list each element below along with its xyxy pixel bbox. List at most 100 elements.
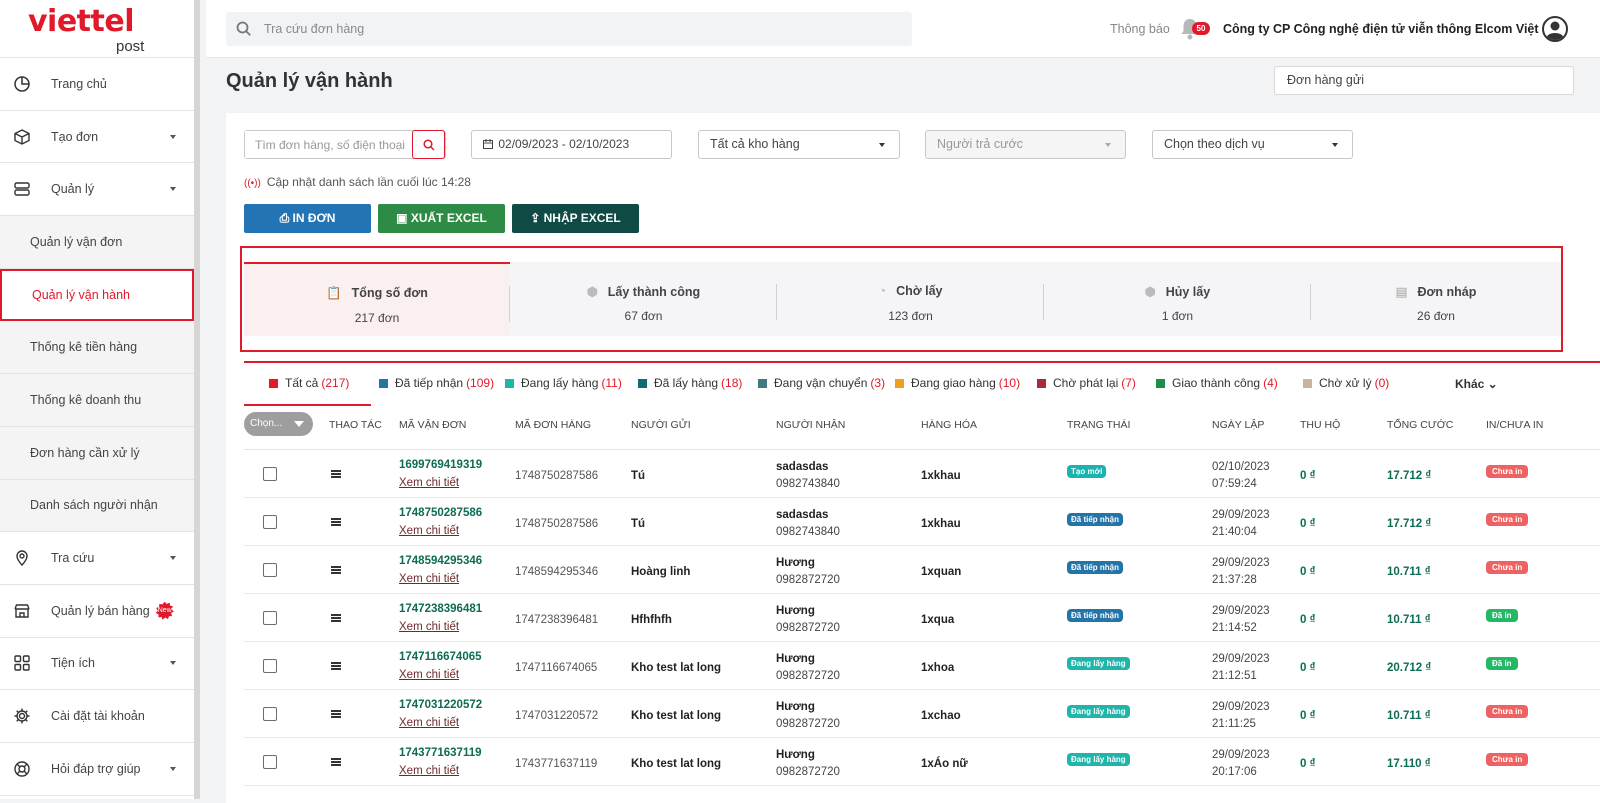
row-actions-menu-icon[interactable] xyxy=(331,662,341,670)
tab-picked-up[interactable]: Đã lấy hàng (18) xyxy=(638,376,742,390)
view-detail-link[interactable]: Xem chi tiết xyxy=(399,669,459,681)
sidebar-item-waybill[interactable]: Quản lý vận đơn xyxy=(0,216,194,269)
search-input[interactable] xyxy=(264,22,864,36)
row-checkbox[interactable] xyxy=(263,515,277,529)
row-actions-menu-icon[interactable] xyxy=(331,758,341,766)
tab-all[interactable]: Tất cả (217) xyxy=(244,376,371,406)
waybill-code-link[interactable]: 1743771637119 xyxy=(399,747,482,759)
tab-in-transit[interactable]: Đang vận chuyển (3) xyxy=(758,376,885,390)
row-actions-menu-icon[interactable] xyxy=(331,566,341,574)
stat-pickup-cancelled[interactable]: ⬢ Hủy lấy 1 đơn xyxy=(1044,262,1311,336)
row-actions-menu-icon[interactable] xyxy=(331,710,341,718)
summary-cards: 📋 Tổng số đơn 217 đơn ⬢ Lấy thành công 67 … xyxy=(240,246,1563,352)
stat-waiting-pickup[interactable]: ◔ Chờ lấy 123 đơn xyxy=(777,262,1044,336)
view-detail-link[interactable]: Xem chi tiết xyxy=(399,477,459,489)
waybill-code-link[interactable]: 1748750287586 xyxy=(399,507,482,519)
row-checkbox[interactable] xyxy=(263,755,277,769)
chevron-down-icon xyxy=(170,556,176,561)
table-row[interactable]: 1748750287586 Xem chi tiết 1748750287586 Tú… xyxy=(244,498,1600,546)
tab-pending[interactable]: Chờ xử lý (0) xyxy=(1303,376,1389,390)
box-icon xyxy=(12,127,32,147)
waybill-code-link[interactable]: 1747031220572 xyxy=(399,699,482,711)
row-checkbox[interactable] xyxy=(263,611,277,625)
sidebar-item-sales[interactable]: Quản lý bán hàng New xyxy=(0,585,194,638)
warehouse-select[interactable]: Tất cả kho hàng xyxy=(698,130,900,159)
table-row[interactable]: 1699769419319 Xem chi tiết 1748750287586 Tú… xyxy=(244,450,1600,498)
row-checkbox[interactable] xyxy=(263,707,277,721)
company-name[interactable]: Công ty CP Công nghệ điện tử viễn thông … xyxy=(1223,22,1539,36)
view-detail-link[interactable]: Xem chi tiết xyxy=(399,765,459,777)
tab-delivering[interactable]: Đang giao hàng (10) xyxy=(895,376,1020,390)
topbar: Thông báo 50 Công ty CP Công nghệ điện t… xyxy=(206,0,1600,58)
total-fee: 17.712 ₫ xyxy=(1387,518,1432,530)
total-fee: 17.712 ₫ xyxy=(1387,470,1432,482)
legend-swatch xyxy=(638,378,647,388)
stat-draft-orders[interactable]: ▤ Đơn nháp 26 đơn xyxy=(1311,262,1561,336)
print-button[interactable]: ⎙ IN ĐƠN xyxy=(244,204,371,233)
more-tabs-button[interactable]: Khác ⌄ xyxy=(1455,377,1498,391)
bulk-select-dropdown[interactable]: Chọn... xyxy=(244,412,313,436)
waybill-code-link[interactable]: 1747116674065 xyxy=(399,651,482,663)
legend-swatch xyxy=(1156,378,1165,388)
table-row[interactable]: 1743771637119 Xem chi tiết 1743771637119 Kh… xyxy=(244,738,1600,786)
service-select[interactable]: Chọn theo dịch vụ xyxy=(1152,130,1353,159)
sidebar-item-utilities[interactable]: Tiện ích xyxy=(0,638,194,691)
tab-delivered[interactable]: Giao thành công (4) xyxy=(1156,376,1278,390)
sidebar-item-label: Cài đặt tài khoản xyxy=(51,709,145,724)
order-search-box[interactable] xyxy=(244,130,446,159)
sidebar-item-home[interactable]: Trang chủ xyxy=(0,58,194,111)
row-checkbox[interactable] xyxy=(263,467,277,481)
payer-select[interactable]: Người trả cước xyxy=(925,130,1126,159)
stat-title-text: Hủy lấy xyxy=(1165,285,1211,299)
waybill-code-link[interactable]: 1747238396481 xyxy=(399,603,482,615)
sidebar-item-pending-orders[interactable]: Đơn hàng cần xử lý xyxy=(0,426,194,480)
stat-title: ◔ Chờ lấy xyxy=(777,284,1044,298)
table-row[interactable]: 1748594295346 Xem chi tiết 1748594295346 Ho… xyxy=(244,546,1600,594)
logo-subtext: post xyxy=(116,38,145,55)
tab-redelivery[interactable]: Chờ phát lại (7) xyxy=(1037,376,1136,390)
sidebar-item-revenue-stats[interactable]: Thống kê doanh thu xyxy=(0,374,194,427)
table-row[interactable]: 1747116674065 Xem chi tiết 1747116674065 Kh… xyxy=(244,642,1600,690)
export-excel-button[interactable]: ▣ XUẤT EXCEL xyxy=(378,204,505,233)
waybill-code-link[interactable]: 1699769419319 xyxy=(399,459,482,471)
sidebar-item-label: Quản lý vận hành xyxy=(32,288,130,303)
sidebar-item-create-order[interactable]: Tạo đơn xyxy=(0,111,194,164)
sidebar-item-operations[interactable]: Quản lý vận hành xyxy=(0,268,194,322)
sender-name: Kho test lat long xyxy=(631,758,722,770)
waybill-code-link[interactable]: 1748594295346 xyxy=(399,555,482,567)
table-row[interactable]: 1747031220572 Xem chi tiết 1747031220572 Kh… xyxy=(244,690,1600,738)
import-excel-button[interactable]: ⇪ NHẬP EXCEL xyxy=(512,204,639,233)
sidebar-item-lookup[interactable]: Tra cứu xyxy=(0,532,194,585)
order-type-select[interactable]: Đơn hàng gửi xyxy=(1274,66,1574,95)
order-search-input[interactable] xyxy=(245,131,413,158)
total-fee: 10.711 ₫ xyxy=(1387,614,1431,626)
goods: 1xÁo nữ xyxy=(921,758,968,770)
export-button-label: XUẤT EXCEL xyxy=(410,211,487,225)
row-checkbox[interactable] xyxy=(263,659,277,673)
sidebar-item-recipients[interactable]: Danh sách người nhận xyxy=(0,479,194,533)
view-detail-link[interactable]: Xem chi tiết xyxy=(399,621,459,633)
search-bar[interactable] xyxy=(226,12,912,46)
notification-label[interactable]: Thông báo xyxy=(1110,22,1170,36)
table-row[interactable]: 1747238396481 Xem chi tiết 1747238396481 Hf… xyxy=(244,594,1600,642)
row-actions-menu-icon[interactable] xyxy=(331,470,341,478)
sidebar-item-money-stats[interactable]: Thống kê tiền hàng xyxy=(0,321,194,375)
stat-total-orders[interactable]: 📋 Tổng số đơn 217 đơn xyxy=(244,262,510,336)
view-detail-link[interactable]: Xem chi tiết xyxy=(399,717,459,729)
logo[interactable]: viettel post xyxy=(0,0,194,58)
avatar[interactable] xyxy=(1542,16,1568,42)
row-actions-menu-icon[interactable] xyxy=(331,614,341,622)
sidebar-item-manage[interactable]: Quản lý xyxy=(0,163,194,217)
view-detail-link[interactable]: Xem chi tiết xyxy=(399,573,459,585)
sidebar-item-account-settings[interactable]: Cài đặt tài khoản xyxy=(0,690,194,743)
view-detail-link[interactable]: Xem chi tiết xyxy=(399,525,459,537)
row-actions-menu-icon[interactable] xyxy=(331,518,341,526)
row-checkbox[interactable] xyxy=(263,563,277,577)
order-search-button[interactable] xyxy=(412,130,445,159)
date-range-picker[interactable]: 02/09/2023 - 02/10/2023 xyxy=(471,130,672,159)
stat-pickup-success[interactable]: ⬢ Lấy thành công 67 đơn xyxy=(510,262,777,336)
created-time: 21:11:25 xyxy=(1212,718,1256,730)
tab-picking-up[interactable]: Đang lấy hàng (11) xyxy=(505,376,622,390)
tab-received[interactable]: Đã tiếp nhận (109) xyxy=(379,376,494,390)
sidebar-item-help[interactable]: Hỏi đáp trợ giúp xyxy=(0,743,194,796)
